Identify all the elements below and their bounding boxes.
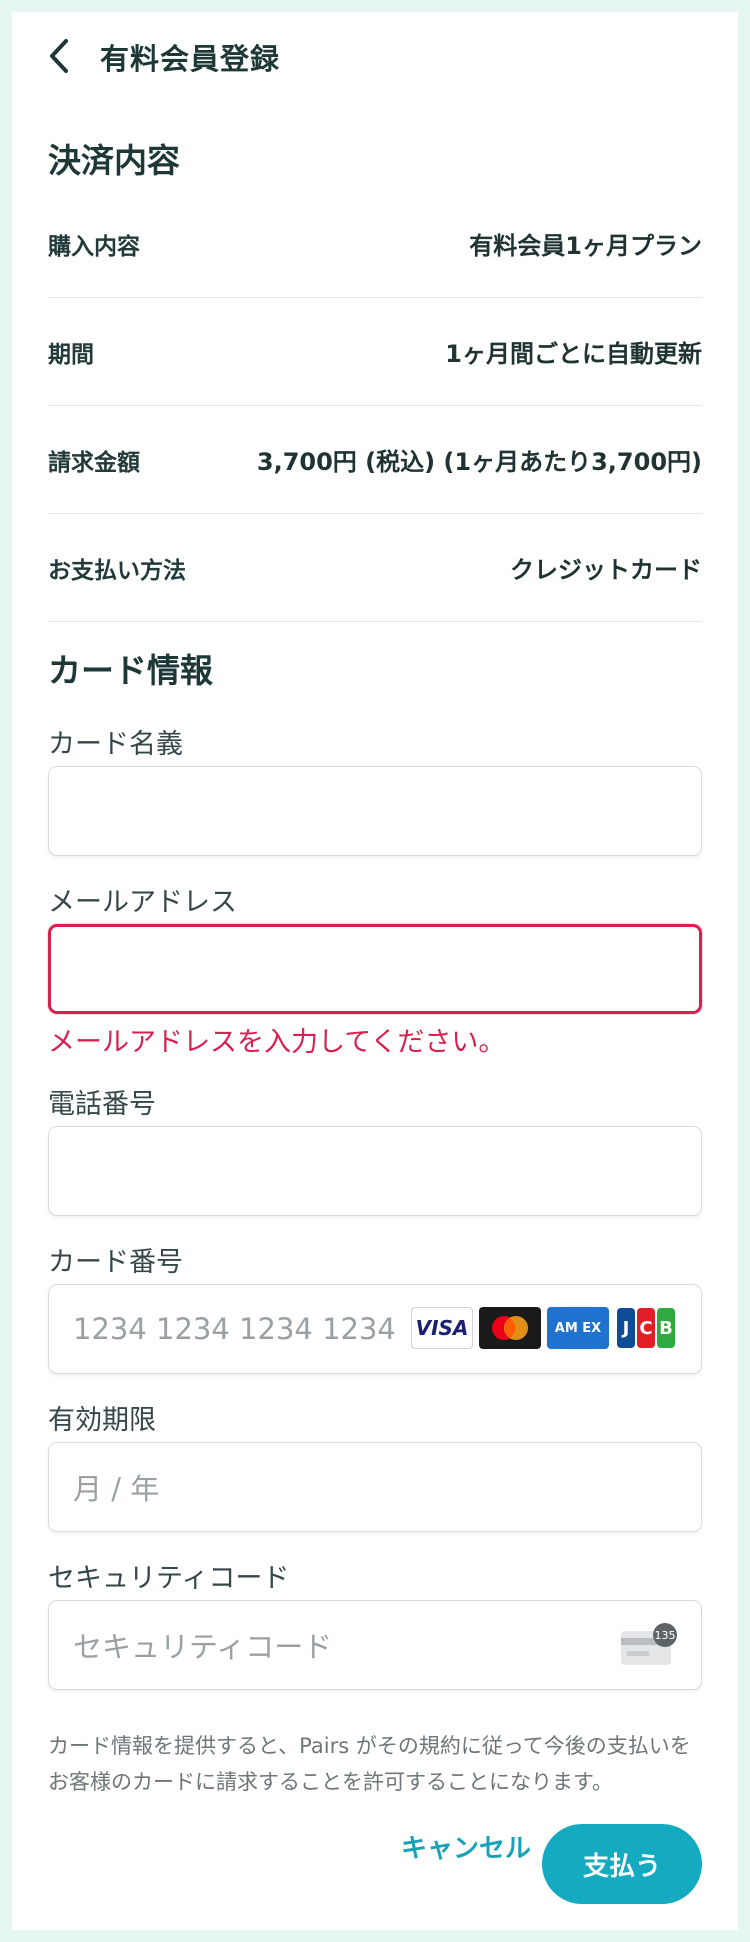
cvc-card-icon: 135 (621, 1623, 677, 1665)
amex-logo: AM EX (547, 1307, 609, 1349)
card-name-input[interactable] (48, 766, 702, 856)
cancel-button[interactable]: キャンセル (392, 1820, 540, 1872)
jcb-j: J (617, 1308, 635, 1348)
back-button[interactable] (38, 34, 82, 78)
page-title: 有料会員登録 (100, 42, 281, 76)
row-label: 購入内容 (48, 233, 140, 260)
email-label: メールアドレス (48, 887, 237, 918)
row-value: 有料会員1ヶ月プラン (469, 232, 702, 260)
row-label: お支払い方法 (48, 557, 186, 584)
cvc-icon-text: 135 (655, 1629, 676, 1642)
phone-label: 電話番号 (48, 1089, 156, 1120)
cvc-input[interactable]: セキュリティコード 135 (48, 1600, 702, 1690)
expiry-label: 有効期限 (48, 1405, 156, 1436)
phone-input[interactable] (48, 1126, 702, 1216)
card-brand-logos: VISA AM EX J C B (411, 1307, 677, 1349)
payment-row-amount: 請求金額 3,700円 (税込) (1ヶ月あたり3,700円) (48, 406, 702, 514)
jcb-c: C (637, 1308, 655, 1348)
row-value: クレジットカード (510, 556, 702, 584)
card-number-placeholder: 1234 1234 1234 1234 (73, 1312, 396, 1346)
payment-row-period: 期間 1ヶ月間ごとに自動更新 (48, 298, 702, 406)
row-value: 1ヶ月間ごとに自動更新 (445, 340, 702, 368)
expiry-input[interactable]: 月 / 年 (48, 1442, 702, 1532)
jcb-b: B (657, 1308, 675, 1348)
mastercard-logo (479, 1307, 541, 1349)
header: 有料会員登録 (12, 12, 738, 96)
payment-sheet: 有料会員登録 決済内容 購入内容 有料会員1ヶ月プラン 期間 1ヶ月間ごとに自動… (12, 12, 738, 1930)
card-section-title: カード情報 (48, 651, 213, 690)
email-error-message: メールアドレスを入力してください。 (48, 1027, 506, 1058)
payment-row-method: お支払い方法 クレジットカード (48, 514, 702, 622)
pay-button[interactable]: 支払う (542, 1824, 702, 1904)
payment-row-item: 購入内容 有料会員1ヶ月プラン (48, 190, 702, 298)
row-label: 期間 (48, 341, 94, 368)
email-input[interactable] (48, 924, 702, 1014)
visa-logo: VISA (411, 1307, 473, 1349)
payment-section-title: 決済内容 (48, 141, 180, 180)
row-label: 請求金額 (48, 449, 140, 476)
card-number-input[interactable]: 1234 1234 1234 1234 VISA AM EX J C B (48, 1284, 702, 1374)
card-name-label: カード名義 (48, 729, 183, 760)
jcb-logo: J C B (615, 1307, 677, 1349)
expiry-placeholder: 月 / 年 (73, 1472, 160, 1506)
cvc-label: セキュリティコード (48, 1563, 290, 1594)
mastercard-circles-icon (492, 1316, 528, 1340)
row-value: 3,700円 (税込) (1ヶ月あたり3,700円) (256, 448, 702, 476)
legal-notice: カード情報を提供すると、Pairs がその規約に従って今後の支払いをお客様のカー… (48, 1734, 691, 1794)
card-number-label: カード番号 (48, 1247, 183, 1278)
chevron-left-icon (50, 39, 68, 73)
cvc-placeholder: セキュリティコード (73, 1630, 333, 1664)
